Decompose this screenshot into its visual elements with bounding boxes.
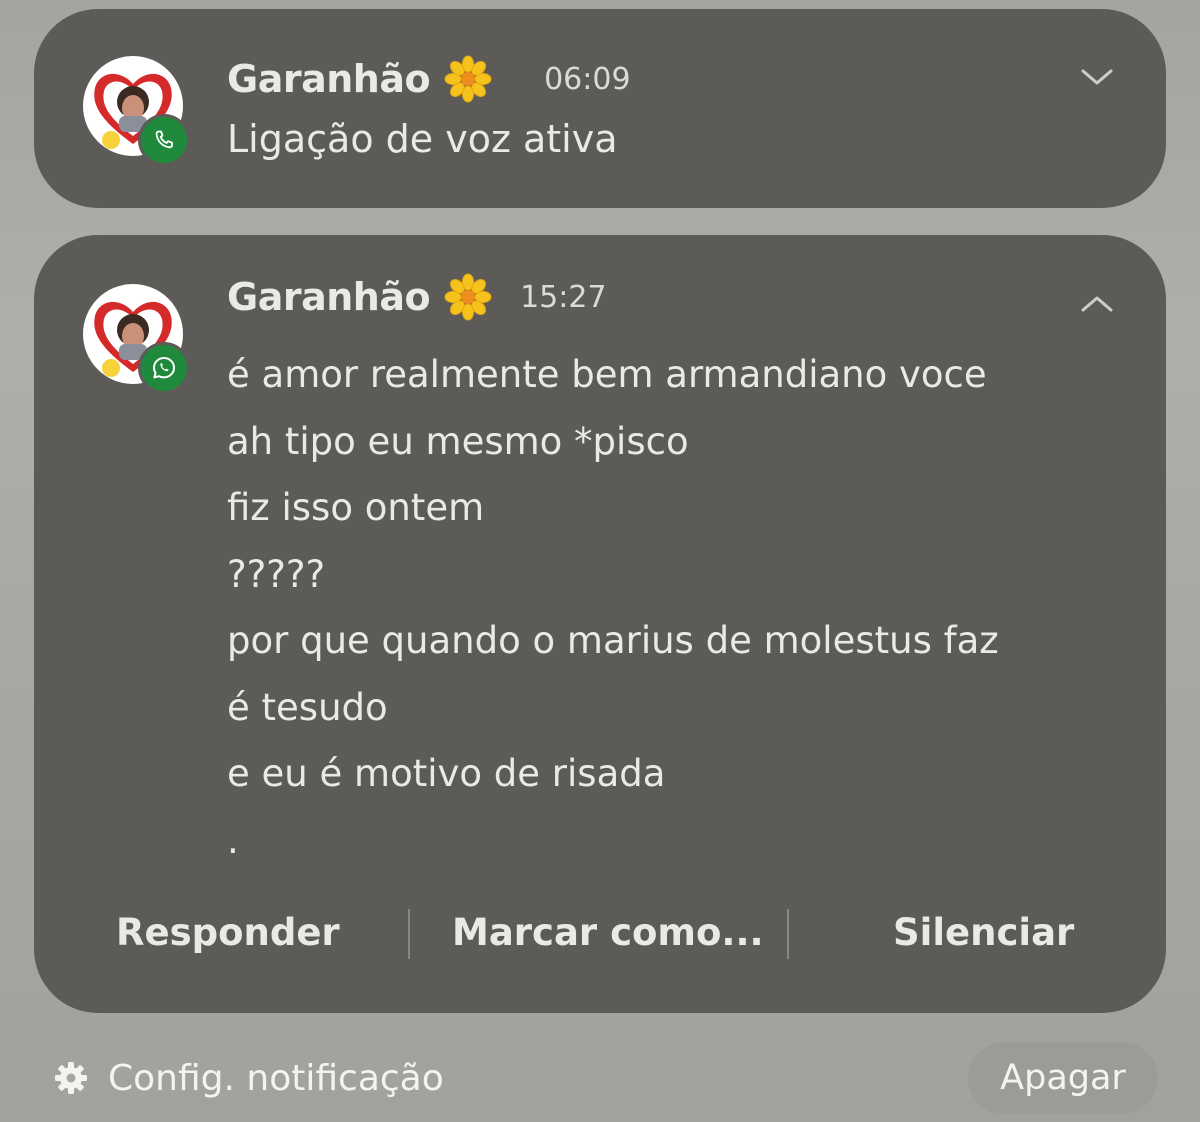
message-line: ????? (227, 552, 326, 596)
notification-actions: Responder Marcar como... Silenciar (34, 903, 1166, 963)
whatsapp-badge (138, 342, 190, 394)
call-notification-card[interactable]: Garanhão 06:09 Ligação de voz ativa (34, 9, 1166, 208)
phone-icon (155, 130, 173, 149)
mute-button[interactable]: Silenciar (893, 903, 1074, 963)
flower-emoji-icon (444, 55, 492, 103)
message-list: é amor realmente bem armandiano voce ah … (227, 347, 999, 879)
contact-avatar (83, 284, 191, 394)
contact-avatar (83, 56, 191, 166)
sender-name: Garanhão (227, 57, 431, 101)
gear-icon (55, 1062, 87, 1094)
settings-label: Config. notificação (108, 1057, 444, 1099)
message-line: fiz isso ontem (227, 486, 485, 529)
message-line: é amor realmente bem armandiano voce (227, 353, 987, 396)
reply-button[interactable]: Responder (116, 903, 340, 963)
notification-time: 06:09 (544, 61, 631, 97)
message-line: por que quando o marius de molestus faz (227, 619, 999, 662)
notification-time: 15:27 (520, 279, 607, 315)
action-divider (408, 909, 410, 959)
notification-settings-button[interactable]: Config. notificação (54, 1052, 444, 1104)
sender-name: Garanhão (227, 275, 431, 319)
notification-header: Garanhão 15:27 (227, 271, 607, 323)
message-line: ah tipo eu mesmo *pisco (227, 419, 689, 463)
clear-button[interactable]: Apagar (968, 1042, 1158, 1114)
action-divider (787, 909, 789, 959)
notification-header: Garanhão 06:09 (227, 53, 631, 105)
chevron-down-icon[interactable] (1080, 67, 1114, 87)
message-notification-card[interactable]: Garanhão 15:27 é amor realmente bem arma… (34, 235, 1166, 1013)
phone-badge (138, 114, 190, 166)
whatsapp-icon (153, 357, 175, 379)
mark-as-button[interactable]: Marcar como... (452, 903, 764, 963)
flower-emoji-icon (444, 273, 492, 321)
message-line: e eu é motivo de risada (227, 752, 666, 795)
message-line: é tesudo (227, 685, 388, 729)
chevron-up-icon[interactable] (1080, 294, 1114, 314)
call-status-text: Ligação de voz ativa (227, 117, 618, 161)
message-line: . (227, 818, 239, 862)
